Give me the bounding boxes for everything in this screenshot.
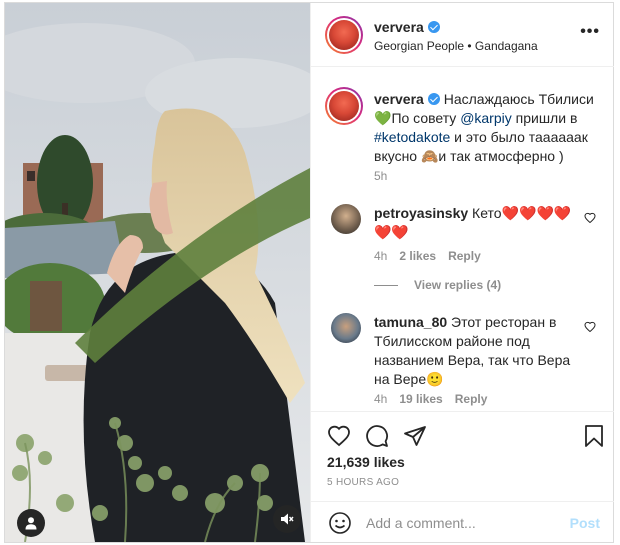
more-options-icon[interactable]: ••• — [580, 24, 600, 40]
commenter-avatar[interactable] — [331, 204, 361, 234]
like-comment-heart-icon[interactable] — [584, 212, 596, 224]
paper-plane-icon[interactable] — [403, 424, 427, 448]
likes-count[interactable]: 21,639 likes — [327, 454, 405, 470]
post-header: ververa Georgian People • Gandagana ••• — [311, 3, 614, 67]
commenter-avatar[interactable] — [331, 313, 361, 343]
post-media[interactable] — [5, 3, 310, 542]
author-name-row: ververa — [374, 19, 440, 35]
comment-meta: 4h 2 likes Reply — [374, 249, 493, 263]
comment-input[interactable] — [366, 512, 556, 534]
comment-body: tamuna_80 Этот ресторан в Тбилисском рай… — [374, 313, 579, 389]
post-actions: 21,639 likes 5 HOURS AGO — [311, 411, 614, 501]
view-replies-button[interactable]: View replies (4) — [374, 278, 501, 292]
like-comment-heart-icon[interactable] — [584, 321, 596, 333]
post-photo — [5, 3, 310, 542]
comment-time[interactable]: 4h — [374, 249, 387, 263]
replies-divider — [374, 284, 398, 286]
caption-text-3: пришли в — [511, 110, 578, 126]
post-details-panel: ververa Georgian People • Gandagana ••• … — [310, 3, 614, 542]
verified-badge-icon — [427, 21, 440, 33]
location-link[interactable]: Georgian People • Gandagana — [374, 39, 538, 53]
smiley-icon[interactable] — [328, 511, 352, 535]
post-comment-button[interactable]: Post — [570, 515, 600, 531]
comment-meta: 4h 19 likes Reply — [374, 392, 499, 406]
caption-time[interactable]: 5h — [374, 169, 387, 183]
add-comment-bar: Post — [311, 501, 614, 542]
reply-button[interactable]: Reply — [455, 392, 488, 406]
heart-icon[interactable] — [327, 424, 351, 448]
comment-likes[interactable]: 2 likes — [399, 249, 436, 263]
user-tag-button[interactable] — [17, 509, 45, 537]
hashtag-link[interactable]: #ketodakote — [374, 129, 450, 145]
caption-author-username[interactable]: ververa — [374, 91, 424, 107]
comment-time[interactable]: 4h — [374, 392, 387, 406]
instagram-post: ververa Georgian People • Gandagana ••• … — [4, 2, 614, 543]
comment-likes[interactable]: 19 likes — [399, 392, 442, 406]
monkey-emoji: 🙈 — [420, 148, 439, 164]
comment-text: Кето — [468, 205, 502, 221]
avatar-image — [329, 91, 359, 121]
speaker-muted-icon — [281, 513, 294, 525]
mention-link[interactable]: @karpiy — [460, 110, 512, 126]
comment-icon[interactable] — [365, 424, 389, 448]
caption-text-1: Наслаждаюсь Тбилиси — [439, 91, 594, 107]
comment-body: petroyasinsky Кето❤️❤️❤️❤️❤️❤️ — [374, 204, 574, 242]
post-time-ago[interactable]: 5 HOURS AGO — [327, 477, 399, 488]
author-avatar[interactable] — [325, 16, 363, 54]
mute-button[interactable] — [273, 505, 301, 533]
caption-text-5: и так атмосферно ) — [438, 148, 564, 164]
avatar-image — [329, 20, 359, 50]
smile-emoji: 🙂 — [426, 371, 444, 387]
caption-text-2: По совету — [391, 110, 461, 126]
caption-author-avatar[interactable] — [325, 87, 363, 125]
view-replies-label: View replies (4) — [414, 278, 502, 292]
green-heart-emoji: 💚 — [374, 110, 392, 126]
user-icon — [25, 517, 37, 530]
author-username[interactable]: ververa — [374, 19, 424, 35]
bookmark-icon[interactable] — [584, 424, 604, 448]
commenter-username[interactable]: tamuna_80 — [374, 314, 447, 330]
verified-badge-icon — [427, 93, 440, 105]
commenter-username[interactable]: petroyasinsky — [374, 205, 468, 221]
post-caption: ververa Наслаждаюсь Тбилиси 💚По совету @… — [374, 90, 599, 166]
reply-button[interactable]: Reply — [448, 249, 481, 263]
